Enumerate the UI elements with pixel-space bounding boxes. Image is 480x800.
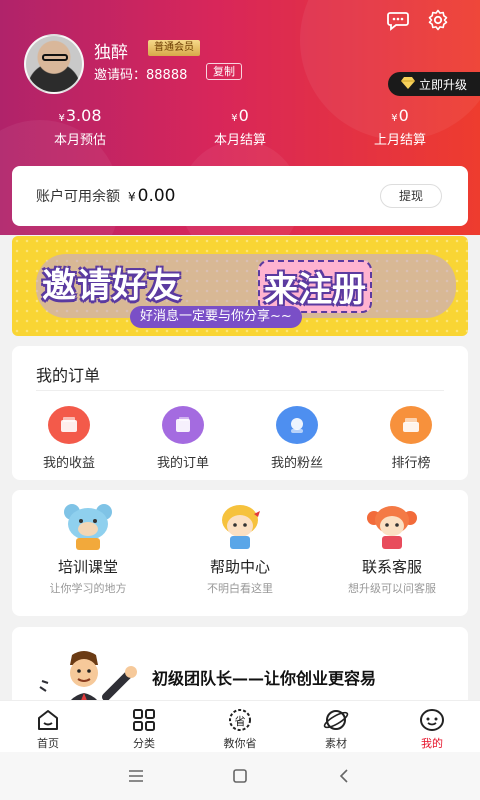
currency-symbol: ¥ [391,113,398,124]
fans-icon [276,406,318,444]
member-level-badge: 普通会员 [148,40,200,56]
girl-mascot-icon [210,502,270,552]
stat-label: 本月预估 [53,133,106,148]
currency-symbol: ¥ [58,113,65,124]
order-item-label: 我的订单 [156,456,209,471]
upgrade-label: 立即升级 [418,77,467,92]
ranking-icon [390,406,432,444]
tab-home[interactable]: 首页 [0,701,96,752]
help-item-customer-service[interactable]: 联系客服 想升级可以问客服 [316,502,468,596]
tab-category[interactable]: 分类 [96,701,192,752]
svg-text:省: 省 [235,715,246,728]
help-item-title: 培训课堂 [57,558,118,576]
home-square-icon[interactable] [228,764,252,788]
bear-mascot-icon [58,502,118,552]
stat-label: 本月结算 [213,133,266,148]
tab-label: 我的 [421,737,443,750]
order-item-ranking[interactable]: 排行榜 [354,406,468,471]
order-item-orders[interactable]: 我的订单 [126,406,240,471]
withdraw-button[interactable]: 提现 [380,184,442,208]
message-icon[interactable] [386,8,410,32]
order-item-fans[interactable]: 我的粉丝 [240,406,354,471]
balance-value: 0.00 [137,186,176,206]
orders-heading: 我的订单 [36,366,101,385]
help-services-card: 培训课堂 让你学习的地方 帮助中心 不明白看这里 联系客服 想升级可以问客服 [12,490,468,616]
balance-label: 账户可用余额 [36,189,120,205]
save-icon: 省 [192,707,288,733]
earnings-stats: ¥3.08 本月预估 ¥0 本月结算 ¥0 上月结算 [0,106,480,148]
home-icon [0,707,96,733]
invite-code-label: 邀请码： [94,68,147,83]
stat-last-month-settled[interactable]: ¥0 上月结算 [320,106,480,148]
help-item-help-center[interactable]: 帮助中心 不明白看这里 [164,502,316,596]
order-item-label: 我的粉丝 [270,456,323,471]
avatar[interactable] [24,34,84,94]
header-actions [386,8,450,32]
currency-symbol: ¥ [128,190,136,204]
username: 独醉 [94,43,128,63]
stat-value: 3.08 [65,106,102,125]
order-item-earnings[interactable]: 我的收益 [12,406,126,471]
bottom-tab-bar: 首页 分类 省 教你省 素材 我的 [0,700,480,752]
system-navigation-bar [0,752,480,800]
tab-label: 教你省 [223,737,257,750]
tab-label: 首页 [37,737,59,750]
divider [36,390,444,391]
orders-icon [162,406,204,444]
help-item-subtitle: 不明白看这里 [207,582,273,595]
invite-friends-banner[interactable]: 邀请好友 来注册 好消息一定要与你分享~~ [12,236,468,336]
my-orders-card: 我的订单 我的收益 我的订单 我的粉丝 排行榜 [12,346,468,480]
tab-profile[interactable]: 我的 [384,701,480,752]
balance-card: 账户可用余额 ¥0.00 提现 [12,166,468,226]
copy-invite-code-button[interactable]: 复制 [206,63,242,80]
promo-text: 初级团队长——让你创业更容易 [152,669,377,688]
settings-gear-icon[interactable] [426,8,450,32]
help-item-subtitle: 想升级可以问客服 [348,582,436,595]
tab-label: 分类 [133,737,155,750]
stat-this-month-estimate[interactable]: ¥3.08 本月预估 [0,106,160,148]
diamond-icon [400,76,415,92]
currency-symbol: ¥ [231,113,238,124]
back-icon[interactable] [332,764,356,788]
balance-amount: ¥0.00 [128,186,176,206]
stat-label: 上月结算 [373,133,426,148]
invite-code-text: 邀请码：88888 [94,64,187,83]
category-icon [96,707,192,733]
upgrade-button[interactable]: 立即升级 [388,72,480,96]
menu-icon[interactable] [124,764,148,788]
earnings-icon [48,406,90,444]
help-item-title: 帮助中心 [209,558,270,576]
banner-subtitle: 好消息一定要与你分享~~ [130,306,302,328]
stat-value: 0 [398,106,409,125]
order-item-label: 排行榜 [391,456,431,471]
order-item-label: 我的收益 [42,456,95,471]
stat-value: 0 [238,106,249,125]
help-item-training[interactable]: 培训课堂 让你学习的地方 [12,502,164,596]
help-item-title: 联系客服 [361,558,422,576]
tab-label: 素材 [325,737,347,750]
customer-service-mascot-icon [362,502,422,552]
profile-icon [384,707,480,733]
tab-save[interactable]: 省 教你省 [192,701,288,752]
stat-this-month-settled[interactable]: ¥0 本月结算 [160,106,320,148]
banner-title: 邀请好友 [42,266,182,306]
material-icon [288,707,384,733]
tab-material[interactable]: 素材 [288,701,384,752]
help-item-subtitle: 让你学习的地方 [49,582,127,595]
invite-code-value: 88888 [146,68,188,83]
